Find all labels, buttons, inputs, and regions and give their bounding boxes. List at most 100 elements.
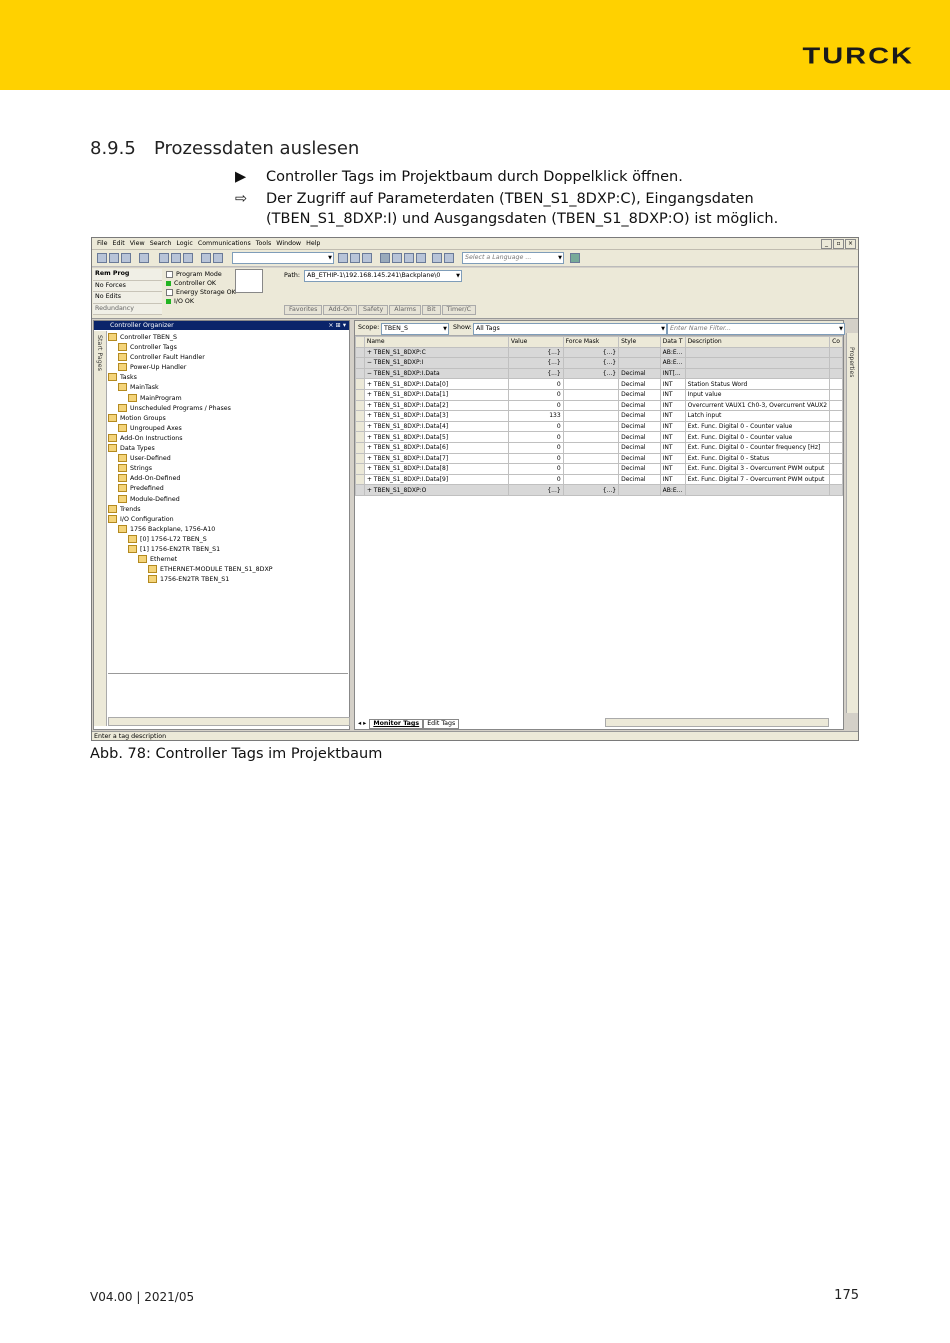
zoom-out-icon[interactable]: [444, 253, 454, 263]
restore-icon[interactable]: ▫: [833, 239, 844, 249]
tree-item[interactable]: Module-Defined: [108, 494, 273, 505]
tree-item[interactable]: Controller Fault Handler: [108, 353, 273, 363]
path-combo[interactable]: AB_ETHIP-1\192.168.145.241\Backplane\0 ▼: [303, 270, 462, 282]
force-mask-cell[interactable]: [562, 388, 620, 401]
description-cell[interactable]: Ext. Func. Digital 7 - Overcurrent PWM o…: [684, 473, 831, 486]
data-type-cell[interactable]: INT: [659, 410, 686, 422]
tag-name-cell[interactable]: + TBEN_S1_8DXP:I.Data[7]: [363, 452, 509, 465]
logic-icon[interactable]: [392, 253, 402, 263]
style-cell[interactable]: Decimal: [618, 420, 661, 433]
constant-cell[interactable]: [829, 367, 843, 380]
description-cell[interactable]: [684, 357, 831, 369]
tag-name-cell[interactable]: + TBEN_S1_8DXP:I.Data[8]: [363, 463, 509, 475]
tag-value-cell[interactable]: 133: [507, 410, 564, 422]
constant-cell[interactable]: [829, 357, 843, 369]
minimize-icon[interactable]: _: [821, 239, 832, 249]
tab-scroll-icon[interactable]: ◂ ▸: [355, 720, 369, 728]
constant-cell[interactable]: [829, 378, 843, 390]
data-type-cell[interactable]: INT: [659, 463, 686, 475]
tag-value-cell[interactable]: {...}: [507, 367, 564, 380]
tree-item[interactable]: Predefined: [108, 484, 273, 494]
column-header[interactable]: Co: [829, 336, 843, 348]
tag-value-cell[interactable]: 0: [507, 378, 564, 390]
row-selector[interactable]: [355, 410, 365, 422]
new-file-icon[interactable]: [97, 253, 107, 263]
zoom-in-icon[interactable]: [432, 253, 442, 263]
open-folder-icon[interactable]: [109, 253, 119, 263]
force-mask-cell[interactable]: [562, 463, 620, 475]
constant-cell[interactable]: [829, 484, 843, 496]
tab-edit-tags[interactable]: Edit Tags: [423, 719, 460, 729]
column-header[interactable]: Name: [363, 336, 509, 348]
style-cell[interactable]: Decimal: [618, 473, 661, 486]
tag-value-cell[interactable]: {...}: [507, 346, 564, 359]
save-icon[interactable]: [121, 253, 131, 263]
tree-item[interactable]: User-Defined: [108, 454, 273, 464]
properties-tab[interactable]: Properties: [846, 333, 858, 713]
style-cell[interactable]: Decimal: [618, 388, 661, 401]
tree-item[interactable]: Controller TBEN_S: [108, 333, 273, 343]
tree-item[interactable]: Ungrouped Axes: [108, 423, 273, 434]
tree-item[interactable]: Add-On-Defined: [108, 474, 273, 484]
data-type-cell[interactable]: INT: [659, 399, 686, 412]
table-row[interactable]: + TBEN_S1_8DXP:I.Data[4] 0 Decimal INT Ext. …: [355, 420, 843, 433]
menu-item-logic[interactable]: Logic: [176, 238, 192, 249]
undo-icon[interactable]: [201, 253, 211, 263]
description-cell[interactable]: [684, 484, 831, 496]
tree-item[interactable]: Power-Up Handler: [108, 363, 273, 373]
organizer-icon[interactable]: [380, 253, 390, 263]
tree-item[interactable]: 1756 Backplane, 1756-A10: [108, 524, 273, 535]
row-selector[interactable]: [355, 388, 365, 401]
style-cell[interactable]: Decimal: [618, 410, 661, 422]
style-cell[interactable]: [618, 357, 661, 369]
constant-cell[interactable]: [829, 388, 843, 401]
style-cell[interactable]: [618, 484, 661, 496]
row-selector[interactable]: [355, 473, 365, 486]
cross-reference-icon[interactable]: [416, 253, 426, 263]
verify-icon[interactable]: [350, 253, 360, 263]
copy-icon[interactable]: [171, 253, 181, 263]
force-mask-cell[interactable]: {...}: [562, 346, 620, 359]
tree-item[interactable]: [0] 1756-L72 TBEN_S: [108, 534, 273, 545]
row-selector[interactable]: [355, 367, 365, 380]
data-type-cell[interactable]: INT: [659, 441, 686, 454]
tree-item[interactable]: 1756-EN2TR TBEN_S1: [108, 575, 273, 585]
table-row[interactable]: + TBEN_S1_8DXP:I.Data[2] 0 Decimal INT Overc…: [355, 399, 843, 412]
tag-name-cell[interactable]: + TBEN_S1_8DXP:C: [363, 346, 509, 359]
tag-name-cell[interactable]: + TBEN_S1_8DXP:I.Data[1]: [363, 388, 509, 401]
table-row[interactable]: + TBEN_S1_8DXP:I.Data[6] 0 Decimal INT Ext. …: [355, 441, 843, 454]
tree-item[interactable]: Data Types: [108, 444, 273, 454]
instruction-tab[interactable]: Add-On: [323, 305, 358, 315]
tag-name-cell[interactable]: + TBEN_S1_8DXP:I.Data[2]: [363, 399, 509, 412]
row-selector[interactable]: [355, 441, 365, 454]
description-cell[interactable]: Ext. Func. Digital 0 - Counter frequency…: [684, 441, 831, 454]
tag-value-cell[interactable]: 0: [507, 473, 564, 486]
organizer-scrollbar[interactable]: [108, 717, 350, 726]
search-combo[interactable]: ▼: [232, 252, 334, 264]
force-mask-cell[interactable]: [562, 431, 620, 443]
description-cell[interactable]: Ext. Func. Digital 0 - Counter value: [684, 431, 831, 443]
data-type-cell[interactable]: AB:E...: [659, 484, 686, 496]
column-header[interactable]: Force Mask: [562, 336, 620, 348]
tag-name-cell[interactable]: + TBEN_S1_8DXP:I.Data[4]: [363, 420, 509, 433]
data-type-cell[interactable]: AB:E...: [659, 346, 686, 359]
tag-name-cell[interactable]: + TBEN_S1_8DXP:I.Data[5]: [363, 431, 509, 443]
tag-name-cell[interactable]: + TBEN_S1_8DXP:O: [363, 484, 509, 496]
table-row[interactable]: + TBEN_S1_8DXP:I.Data[5] 0 Decimal INT Ext. …: [355, 431, 843, 443]
tag-name-cell[interactable]: − TBEN_S1_8DXP:I: [363, 357, 509, 369]
constant-cell[interactable]: [829, 420, 843, 433]
column-header[interactable]: Style: [618, 336, 661, 348]
style-cell[interactable]: Decimal: [618, 452, 661, 465]
find-icon[interactable]: [338, 253, 348, 263]
menu-item-search[interactable]: Search: [150, 238, 172, 249]
table-row[interactable]: + TBEN_S1_8DXP:C {...} {...} AB:E...: [355, 346, 843, 359]
tree-item[interactable]: [1] 1756-EN2TR TBEN_S1: [108, 544, 273, 555]
description-cell[interactable]: Latch input: [684, 410, 831, 422]
style-cell[interactable]: Decimal: [618, 367, 661, 380]
data-type-cell[interactable]: INT: [659, 378, 686, 390]
style-cell[interactable]: Decimal: [618, 431, 661, 443]
data-type-cell[interactable]: INT: [659, 420, 686, 433]
tag-value-cell[interactable]: {...}: [507, 357, 564, 369]
description-cell[interactable]: Ext. Func. Digital 0 - Counter value: [684, 420, 831, 433]
tree-item[interactable]: Strings: [108, 464, 273, 474]
